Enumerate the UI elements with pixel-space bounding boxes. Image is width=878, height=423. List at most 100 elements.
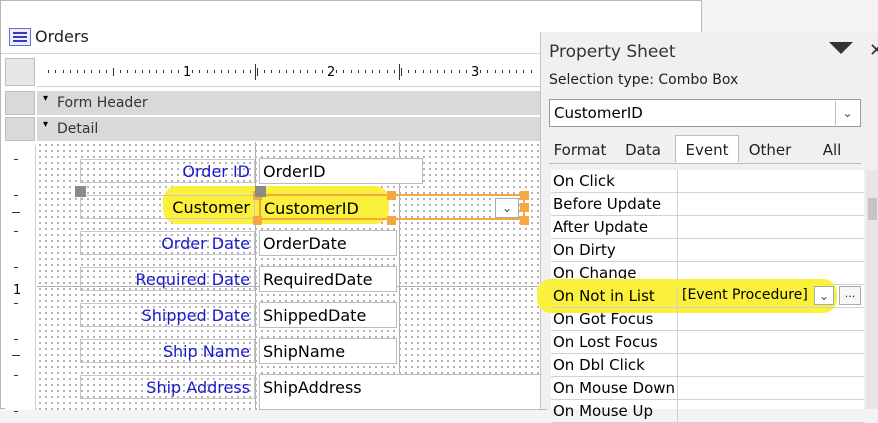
ruler-tick [365, 70, 366, 73]
detail-section-bar[interactable]: ▾ Detail [37, 117, 547, 141]
chevron-down-icon[interactable]: ⌄ [835, 101, 859, 125]
field-label[interactable]: Ship Address [80, 375, 255, 399]
property-value-field[interactable] [677, 308, 864, 330]
ruler-tick [379, 70, 381, 73]
pane-menu-icon[interactable] [829, 42, 853, 54]
ruler-tick [415, 70, 417, 73]
property-value-field[interactable] [677, 239, 864, 261]
text-box-control[interactable]: ShippedDate [259, 302, 397, 328]
ruler-tick [98, 70, 100, 73]
ruler-tick [271, 70, 273, 73]
property-row[interactable]: After Update [551, 216, 864, 239]
ruler-tick [429, 70, 431, 73]
close-icon[interactable]: ✕ [869, 40, 878, 61]
text-box-control[interactable]: ShipAddress [259, 374, 547, 410]
object-selector-dropdown[interactable]: CustomerID ⌄ [549, 99, 861, 127]
vertical-ruler[interactable]: 1 [5, 145, 36, 412]
property-name: On Mouse Up [553, 402, 654, 420]
ruler-tick [278, 70, 280, 73]
chevron-down-icon[interactable]: ⌄ [814, 286, 834, 305]
property-row[interactable]: On Dbl Click [551, 354, 864, 377]
property-value-field[interactable]: [Event Procedure] ⌄... [677, 285, 864, 307]
text-box-control[interactable]: RequiredDate [259, 266, 397, 292]
ruler-tick [399, 64, 400, 80]
property-row[interactable]: On Lost Focus [551, 331, 864, 354]
control-source-text: ShippedDate [263, 306, 367, 325]
move-handle[interactable] [255, 186, 266, 197]
ruler-tick [14, 339, 18, 340]
property-grid: On Click Before Update After Update On Dirt… [537, 170, 864, 423]
property-row[interactable]: On Dirty [551, 239, 864, 262]
text-box-control[interactable]: ShipName [259, 338, 397, 364]
ruler-tick [77, 70, 78, 73]
field-label[interactable]: Required Date [80, 267, 255, 291]
form-selector[interactable] [5, 58, 35, 86]
resize-handle[interactable] [253, 216, 262, 225]
tab-other[interactable]: Other [741, 135, 799, 163]
move-handle[interactable] [75, 186, 86, 197]
ruler-tick [242, 70, 244, 73]
field-label[interactable]: Customer [80, 195, 255, 219]
field-label[interactable]: Order ID [80, 159, 255, 183]
property-row[interactable]: Before Update [551, 193, 864, 216]
property-value-field[interactable] [677, 377, 864, 399]
ruler-tick [386, 70, 388, 73]
builder-button[interactable]: ... [839, 286, 861, 305]
ruler-tick [156, 70, 158, 73]
tab-event[interactable]: Event [675, 135, 739, 163]
form-header-label: Form Header [57, 95, 148, 111]
ruler-tick [120, 70, 122, 73]
property-value-field[interactable] [677, 193, 864, 215]
control-source-text: OrderDate [263, 234, 347, 253]
ruler-tick [408, 70, 410, 73]
text-box-control[interactable]: OrderDate [259, 230, 397, 256]
property-row[interactable]: On Got Focus [551, 308, 864, 331]
detail-section-selector[interactable] [5, 117, 35, 141]
field-label[interactable]: Ship Name [80, 339, 255, 363]
property-value-field[interactable] [677, 331, 864, 353]
property-value-field[interactable] [677, 354, 864, 376]
property-row[interactable]: On Mouse Down [551, 377, 864, 400]
property-name: On Click [553, 172, 615, 190]
form-header-section-bar[interactable]: ▾ Form Header [37, 91, 547, 115]
header-section-selector[interactable] [5, 91, 35, 115]
scrollbar-thumb[interactable] [868, 198, 877, 220]
ruler-tick [516, 70, 518, 73]
property-value-field[interactable] [677, 170, 864, 192]
ruler-tick [285, 70, 287, 73]
property-row[interactable]: On Not in List [Event Procedure] ⌄... [551, 285, 864, 308]
resize-handle[interactable] [387, 216, 396, 225]
ruler-tick [300, 70, 302, 73]
property-row[interactable]: On Mouse Up [551, 400, 864, 423]
chevron-down-icon[interactable]: ⌄ [495, 198, 519, 218]
ruler-tick [105, 70, 107, 73]
tab-format[interactable]: Format [549, 135, 611, 163]
property-value-field[interactable] [677, 216, 864, 238]
resize-handle[interactable] [520, 216, 529, 225]
property-row[interactable]: On Click [551, 170, 864, 193]
property-name: On Dbl Click [553, 356, 645, 374]
ruler-tick [177, 70, 179, 73]
ruler-tick [163, 70, 165, 73]
field-label[interactable]: Order Date [80, 231, 255, 255]
ruler-number: 1 [13, 283, 22, 298]
tab-all[interactable]: All [803, 135, 861, 163]
section-arrow-icon: ▾ [43, 119, 49, 130]
ruler-tick [127, 70, 129, 73]
text-box-control[interactable]: OrderID [259, 158, 423, 184]
ruler-number: 2 [327, 65, 336, 80]
ruler-tick [235, 70, 237, 73]
resize-handle[interactable] [387, 191, 396, 200]
field-label[interactable]: Shipped Date [80, 303, 255, 327]
resize-handle[interactable] [520, 203, 529, 212]
ruler-tick [393, 70, 395, 73]
ruler-tick [451, 70, 453, 73]
field-label-text: Ship Address [146, 378, 250, 397]
tab-data[interactable]: Data [615, 135, 671, 163]
property-grid-scrollbar[interactable] [866, 170, 878, 409]
ruler-tick [465, 70, 467, 73]
horizontal-ruler[interactable]: 1 2 3 [37, 58, 547, 87]
resize-handle[interactable] [520, 191, 529, 200]
ruler-tick [357, 70, 359, 73]
property-value-field[interactable] [677, 400, 864, 422]
